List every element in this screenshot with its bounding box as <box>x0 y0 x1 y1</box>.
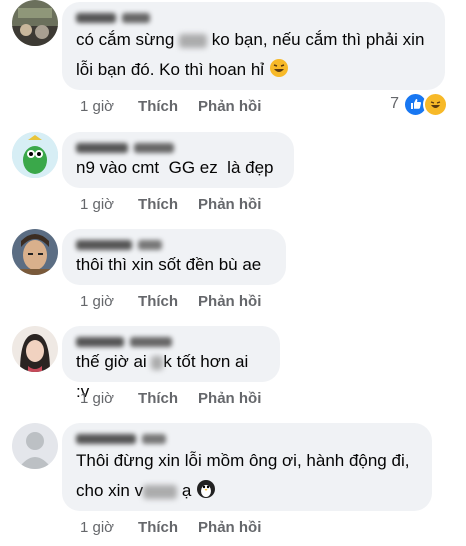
avatar-cartoon-icon <box>12 132 58 178</box>
avatar[interactable] <box>12 229 58 275</box>
avatar-photo-icon <box>12 0 58 46</box>
timestamp[interactable]: 1 giờ <box>80 98 114 115</box>
comment-bubble: thôi thì xin sốt đền bù ae <box>62 229 286 285</box>
comment-text: n9 vào cmt GG ez là đẹp <box>76 158 274 177</box>
comment-bubble: thế giờ ai k tốt hơn ai :v <box>62 326 280 401</box>
comment-text: Thôi đừng xin lỗi mồm ông ơi, hành động … <box>76 446 418 506</box>
timestamp[interactable]: 1 giờ <box>80 196 114 213</box>
reactions-summary[interactable]: 7 <box>390 91 448 117</box>
reply-button[interactable]: Phản hồi <box>198 293 261 310</box>
haha-reaction-icon <box>423 91 448 117</box>
comment-text: thôi thì xin sốt đền bù ae <box>76 255 262 274</box>
comment-actions: 1 giờ Thích Phản hồi <box>80 388 281 408</box>
reply-button[interactable]: Phản hồi <box>198 98 261 115</box>
comment-actions: 1 giờ Thích Phản hồi <box>80 194 281 214</box>
like-button[interactable]: Thích <box>138 196 178 213</box>
redacted-text <box>143 484 178 499</box>
comment-actions: 1 giờ Thích Phản hồi <box>80 291 281 311</box>
default-avatar-icon <box>12 423 58 469</box>
avatar-anime-icon <box>12 229 58 275</box>
redacted-text <box>151 355 164 370</box>
comment-bubble: n9 vào cmt GG ez là đẹp <box>62 132 294 188</box>
author-name-redacted[interactable] <box>76 11 431 25</box>
reply-button[interactable]: Phản hồi <box>198 390 261 407</box>
like-button[interactable]: Thích <box>138 390 178 407</box>
comment-bubble: Thôi đừng xin lỗi mồm ông ơi, hành động … <box>62 423 432 511</box>
avatar[interactable] <box>12 132 58 178</box>
reply-button[interactable]: Phản hồi <box>198 196 261 213</box>
rofl-emoji-icon <box>269 59 288 77</box>
avatar[interactable] <box>12 423 58 469</box>
avatar-photo-icon <box>12 326 58 372</box>
penguin-emoji-icon <box>197 480 216 498</box>
redacted-text <box>179 33 208 48</box>
timestamp[interactable]: 1 giờ <box>80 293 114 310</box>
avatar[interactable] <box>12 0 58 46</box>
like-button[interactable]: Thích <box>138 519 178 536</box>
timestamp[interactable]: 1 giờ <box>80 519 114 536</box>
comment-text: có cắm sừng ko bạn, nếu cắm thì phải xin… <box>76 25 431 85</box>
reaction-count: 7 <box>390 95 399 112</box>
timestamp[interactable]: 1 giờ <box>80 390 114 407</box>
author-name-redacted[interactable] <box>76 432 418 446</box>
comment-text-part: có cắm sừng <box>76 30 175 49</box>
like-button[interactable]: Thích <box>138 98 178 115</box>
reply-button[interactable]: Phản hồi <box>198 519 261 536</box>
comment-text-part: Thôi đừng xin lỗi mồm ông ơi, hành động … <box>76 451 410 500</box>
comment-actions: 1 giờ Thích Phản hồi <box>80 517 281 537</box>
comment-bubble: có cắm sừng ko bạn, nếu cắm thì phải xin… <box>62 2 445 90</box>
comment-text-part: ạ <box>177 481 192 500</box>
avatar[interactable] <box>12 326 58 372</box>
like-button[interactable]: Thích <box>138 293 178 310</box>
comment-text-part: thế giờ ai <box>76 352 152 371</box>
comment-actions: 1 giờ Thích Phản hồi <box>80 96 281 116</box>
